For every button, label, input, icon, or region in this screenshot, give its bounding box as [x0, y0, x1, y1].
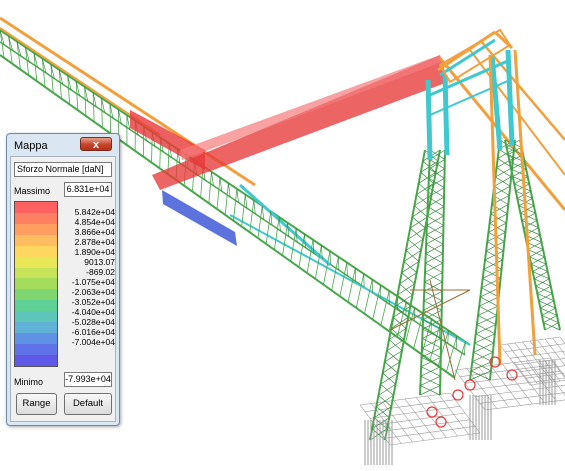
- foundation-mesh: [499, 336, 561, 346]
- tower-lacing: [514, 176, 528, 185]
- color-swatch: [15, 234, 57, 246]
- color-scale: [14, 201, 58, 367]
- range-button[interactable]: Range: [16, 393, 57, 415]
- scale-label: 2.878e+04: [74, 237, 115, 247]
- scale-label: -869.02: [86, 267, 115, 277]
- color-swatch: [15, 212, 57, 224]
- truss-lacing: [355, 273, 365, 308]
- min-label: Minimo: [14, 377, 44, 387]
- color-swatch: [15, 278, 57, 290]
- truss-lacing: [216, 177, 221, 210]
- default-button[interactable]: Default: [64, 393, 112, 415]
- color-swatch: [15, 300, 57, 312]
- tower-lacing: [535, 278, 550, 287]
- truss-lacing: [339, 262, 348, 297]
- truss-lacing: [282, 222, 289, 256]
- truss-lacing: [364, 279, 373, 314]
- color-swatch: [15, 343, 57, 355]
- color-swatch: [15, 289, 57, 301]
- truss-lacing: [253, 200, 256, 214]
- scale-label: 9013.07: [84, 257, 115, 267]
- color-swatch: [15, 202, 57, 213]
- truss-lacing: [233, 188, 238, 221]
- color-swatch: [15, 311, 57, 323]
- support-marker: [452, 389, 464, 401]
- tower-lacing: [544, 322, 559, 331]
- color-swatch: [15, 267, 57, 279]
- support-marker: [435, 416, 447, 428]
- foundation-mesh: [379, 419, 471, 432]
- truss-lacing: [224, 183, 229, 215]
- scale-label: -1.075e+04: [71, 277, 115, 287]
- tower-column: [505, 49, 515, 146]
- scale-label: -3.052e+04: [71, 297, 115, 307]
- quantity-field[interactable]: Sforzo Normale [daN]: [14, 162, 112, 177]
- tower-lacing: [541, 307, 556, 316]
- legend-title: Mappa: [14, 140, 48, 152]
- truss-lacing: [265, 211, 272, 245]
- truss-lacing: [329, 251, 331, 265]
- scale-label: -5.028e+04: [71, 317, 115, 327]
- foundation-mesh: [384, 426, 476, 439]
- tower-lacing: [538, 293, 553, 302]
- scale-label: 4.854e+04: [74, 217, 115, 227]
- scale-label: 3.866e+04: [74, 227, 115, 237]
- foundation-mesh: [359, 392, 451, 406]
- legend-window[interactable]: Mappa x Sforzo Normale [daN] Massimo 6.8…: [6, 133, 120, 426]
- scale-label: -2.063e+04: [71, 287, 115, 297]
- truss-lacing: [347, 268, 356, 303]
- tower-lacing: [530, 256, 545, 265]
- legend-titlebar[interactable]: Mappa x: [7, 134, 119, 156]
- foundation-mesh: [364, 399, 456, 412]
- tension-beam-top: [180, 55, 442, 160]
- color-swatch: [15, 245, 57, 257]
- truss-lacing: [273, 217, 280, 250]
- truss-lacing: [372, 285, 382, 320]
- close-button[interactable]: x: [80, 137, 112, 151]
- tower-lacing: [529, 249, 544, 258]
- foundation-mesh: [389, 432, 481, 446]
- tower-lacing: [497, 148, 515, 159]
- max-value-field[interactable]: 6.831e+04: [64, 182, 112, 197]
- compression-member: [162, 190, 237, 246]
- truss-lacing: [109, 103, 111, 134]
- scale-label: 5.842e+04: [74, 207, 115, 217]
- truss-lacing: [208, 171, 212, 204]
- tower-lacing: [527, 242, 542, 250]
- support-marker: [506, 369, 518, 381]
- tower-lacing: [543, 315, 558, 323]
- support-marker: [426, 406, 438, 418]
- legend-body: Sforzo Normale [daN] Massimo 6.831e+04 5…: [10, 156, 116, 422]
- color-swatch: [15, 223, 57, 235]
- max-label: Massimo: [14, 186, 51, 196]
- truss-lacing: [257, 205, 263, 239]
- tower-lacing: [532, 263, 547, 272]
- color-swatch: [15, 354, 57, 366]
- scale-label: -6.016e+04: [71, 327, 115, 337]
- tower-lacing: [521, 212, 536, 221]
- scale-label: 1.890e+04: [74, 247, 115, 257]
- truss-lacing: [380, 290, 390, 326]
- tower-lacing: [537, 285, 551, 294]
- tower-lacing: [534, 271, 548, 280]
- color-swatch: [15, 333, 57, 344]
- scale-label: -4.040e+04: [71, 307, 115, 317]
- scale-labels: 5.842e+04 4.854e+04 3.866e+04 2.878e+04 1.89…: [61, 207, 117, 347]
- color-swatch: [15, 322, 57, 334]
- tower-lacing: [540, 300, 555, 309]
- min-value-field[interactable]: -7.993e+04: [64, 372, 112, 387]
- foundation-mesh: [484, 399, 565, 411]
- scale-label: -7.004e+04: [71, 337, 115, 347]
- truss-cyan-chord: [239, 183, 331, 267]
- truss-lacing: [338, 256, 340, 271]
- color-swatch: [15, 256, 57, 268]
- tower-column: [425, 79, 433, 161]
